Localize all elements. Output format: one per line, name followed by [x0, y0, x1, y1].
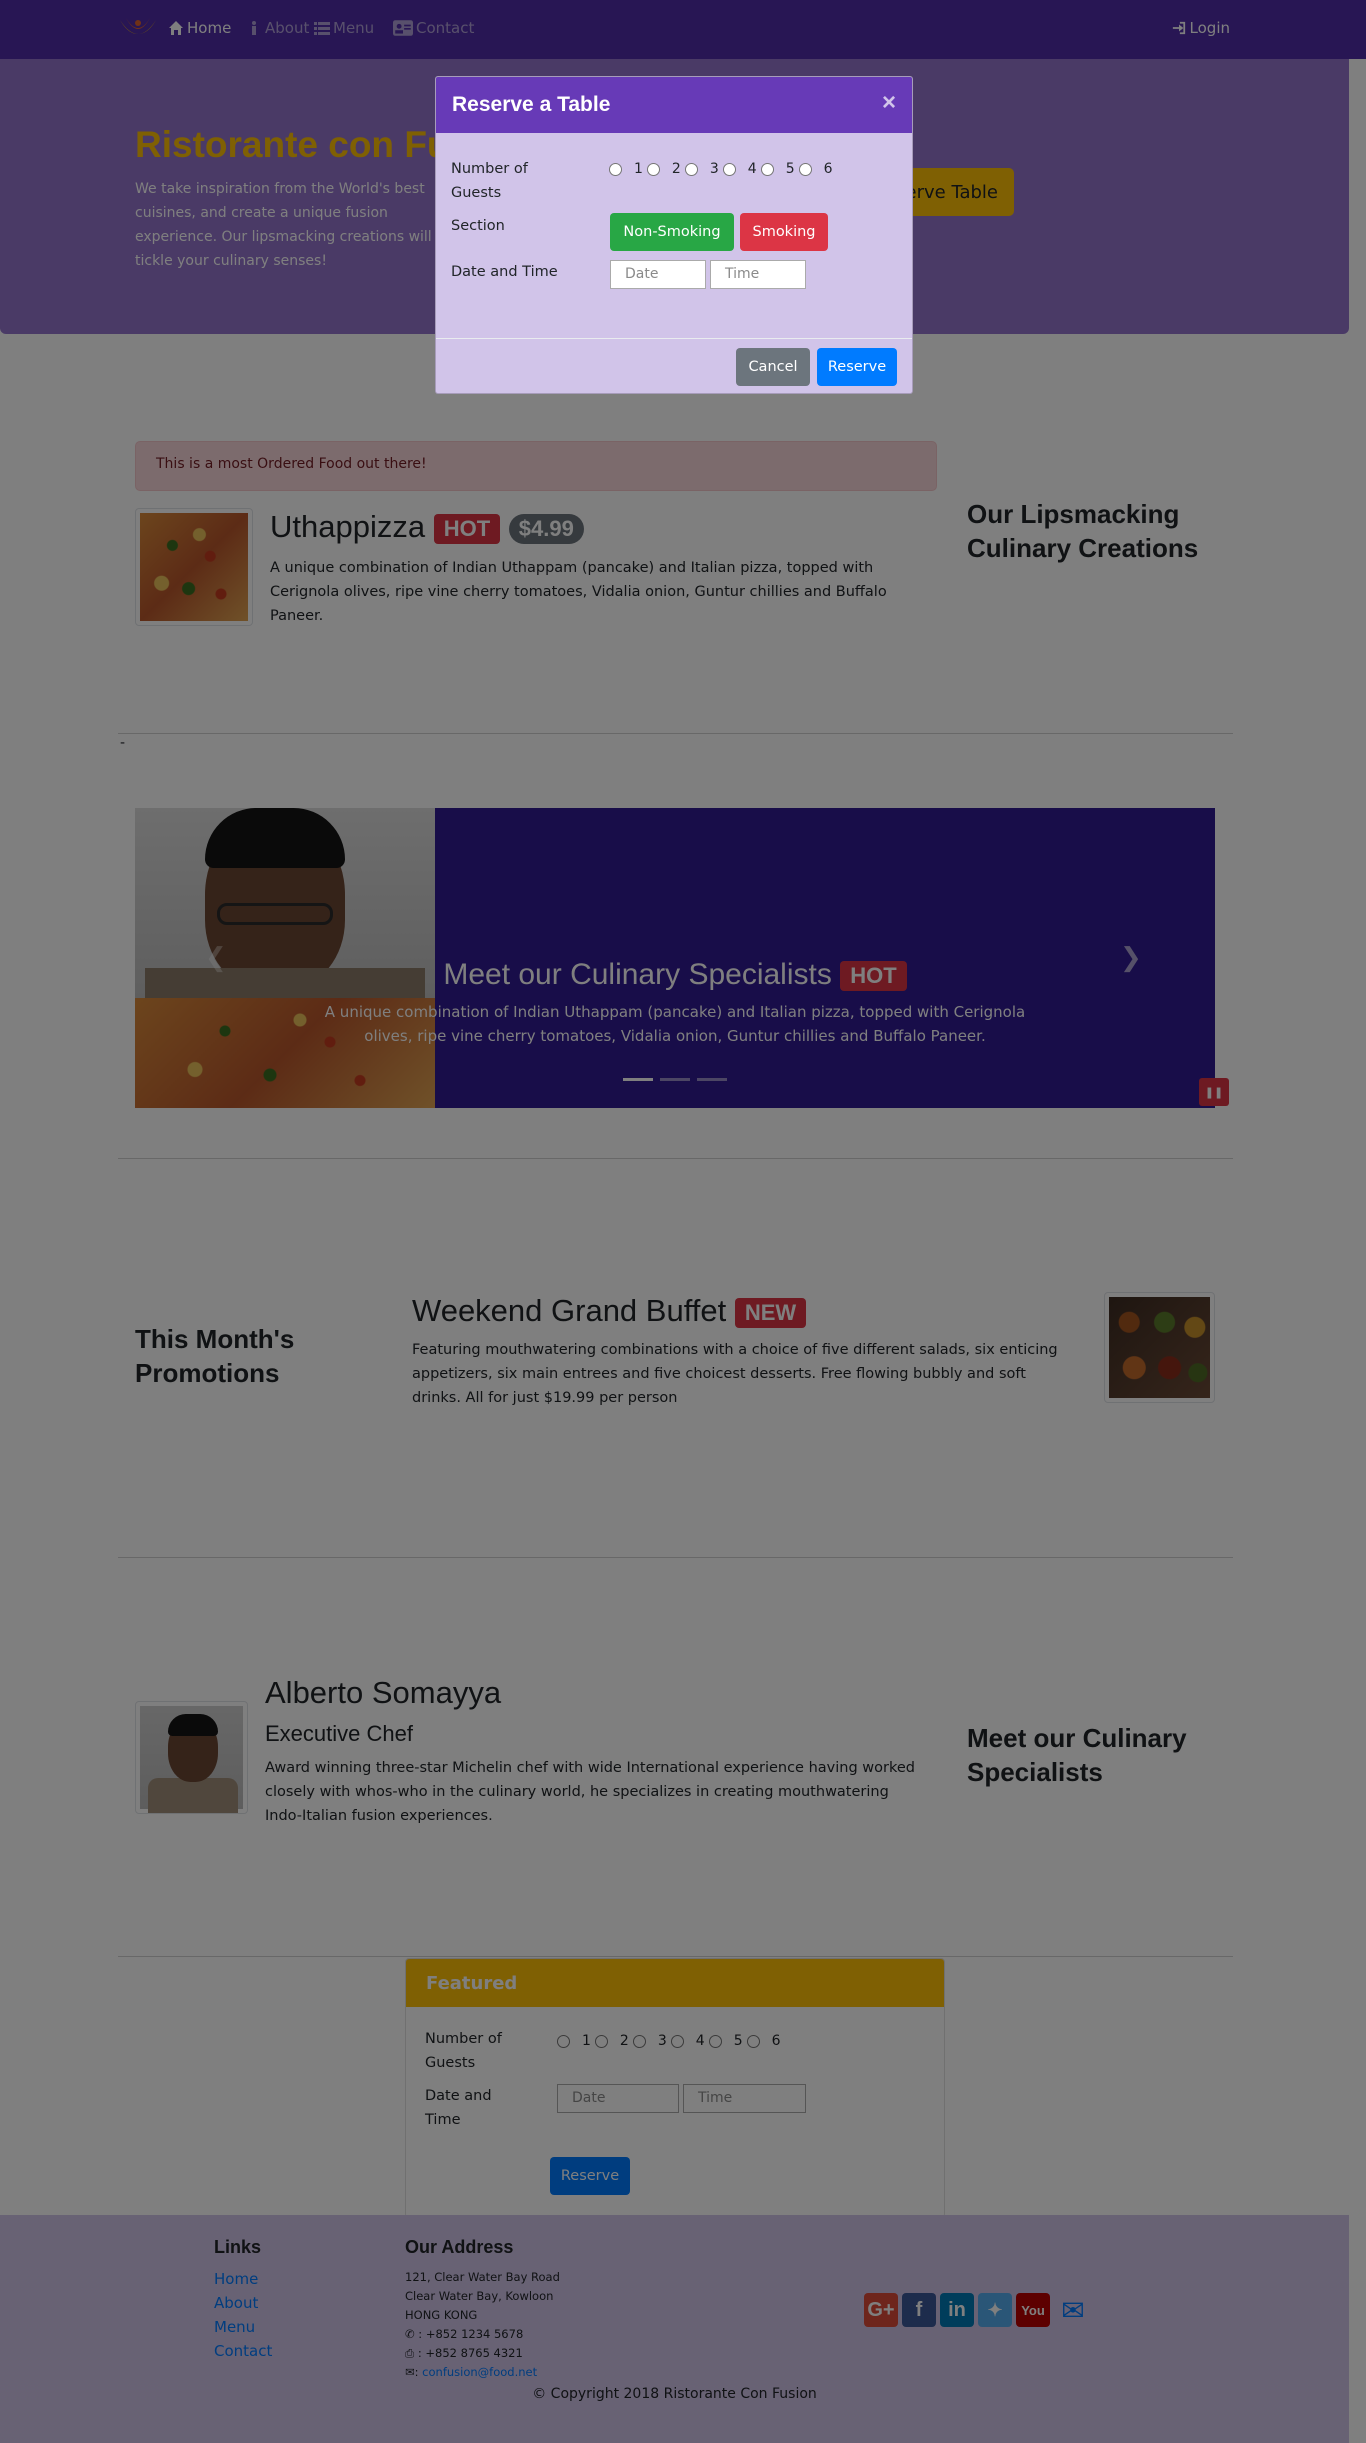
reserve-modal: Reserve a Table × Number of Guests 1 2 3…: [435, 76, 913, 394]
modal-guest-radio-5[interactable]: [760, 162, 774, 176]
modal-guest-radio-4[interactable]: [722, 162, 736, 176]
cancel-button[interactable]: Cancel: [736, 348, 810, 386]
guest-option-label: 3: [709, 161, 719, 177]
modal-date-input[interactable]: Date: [610, 260, 706, 289]
guest-option-label: 5: [785, 161, 795, 177]
guest-option-label: 4: [747, 161, 757, 177]
guest-option-label: 2: [671, 161, 681, 177]
modal-guest-radio-2[interactable]: [646, 162, 660, 176]
modal-guest-radio-1[interactable]: [609, 162, 622, 176]
modal-header: Reserve a Table ×: [436, 77, 912, 133]
modal-reserve-button[interactable]: Reserve: [817, 348, 897, 386]
guest-option-label: 6: [823, 161, 833, 177]
modal-datetime-label: Date and Time: [451, 264, 558, 280]
modal-guests-label: Number of Guests: [451, 161, 528, 201]
non-smoking-button[interactable]: Non-Smoking: [610, 213, 734, 251]
modal-guest-radio-3[interactable]: [684, 162, 698, 176]
modal-guests-radio-group: 1 2 3 4 5 6: [609, 161, 837, 177]
smoking-button[interactable]: Smoking: [740, 213, 828, 251]
modal-guest-radio-6[interactable]: [798, 162, 812, 176]
modal-time-input[interactable]: Time: [710, 260, 806, 289]
modal-section-label: Section: [451, 218, 505, 234]
close-icon[interactable]: ×: [882, 89, 896, 117]
guest-option-label: 1: [634, 161, 643, 177]
modal-title: Reserve a Table: [452, 93, 611, 116]
